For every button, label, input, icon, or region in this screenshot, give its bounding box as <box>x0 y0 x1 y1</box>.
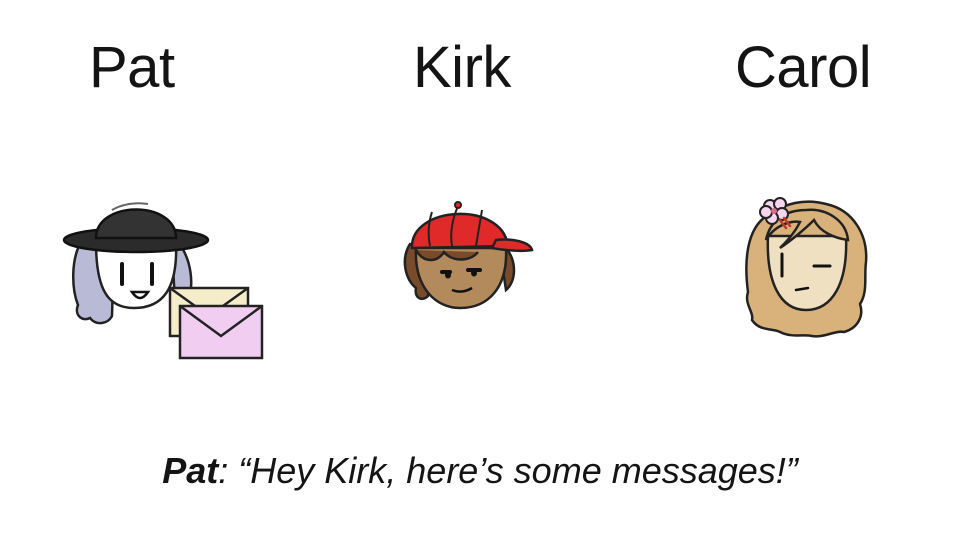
envelope-icon <box>178 304 264 360</box>
character-name-pat: Pat <box>89 35 175 100</box>
dialogue-caption: Pat: “Hey Kirk, here’s some messages!” <box>0 450 960 492</box>
pat-avatar <box>62 202 264 360</box>
carol-avatar <box>745 197 868 338</box>
character-name-kirk: Kirk <box>413 35 511 100</box>
baseball-cap-icon <box>410 201 534 253</box>
caption-speaker: Pat <box>162 450 219 491</box>
caption-quote: “Hey Kirk, here’s some messages!” <box>238 450 798 491</box>
caption-separator: : <box>218 450 239 491</box>
kirk-avatar <box>403 201 534 310</box>
character-name-carol: Carol <box>735 35 872 100</box>
bowler-hat-icon <box>62 202 210 254</box>
